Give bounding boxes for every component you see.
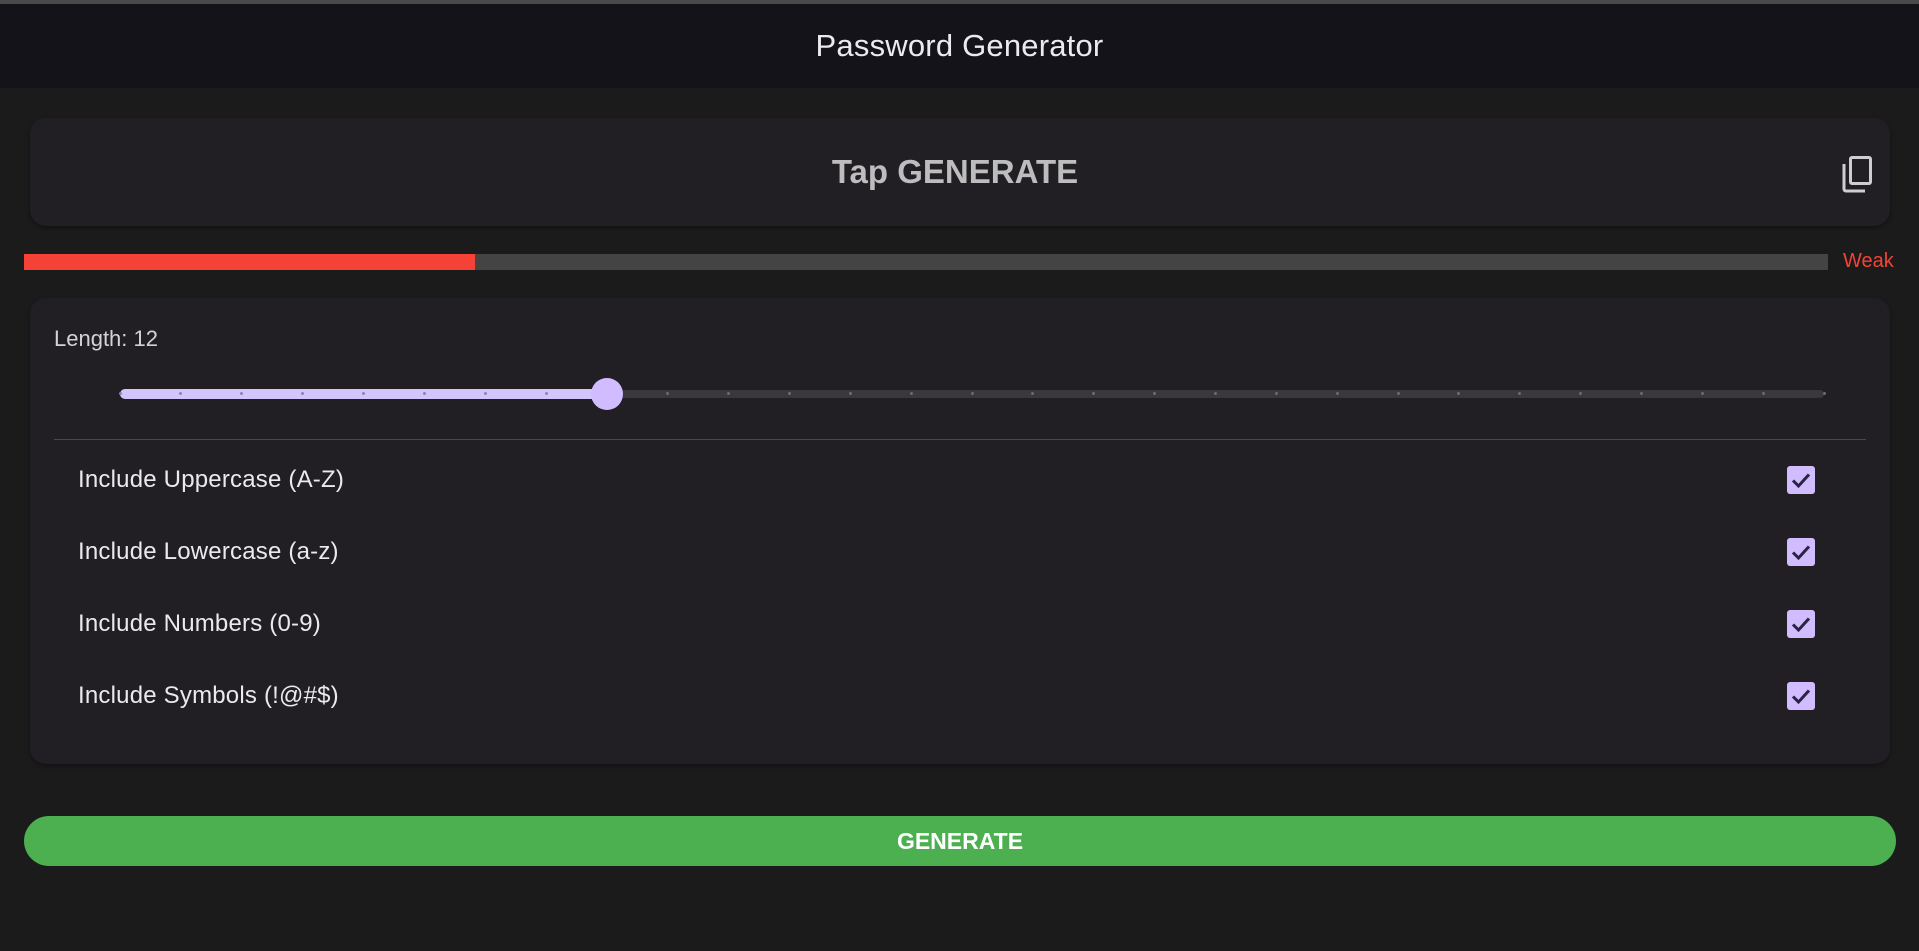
slider-tick (909, 392, 913, 395)
option-label-uppercase: Include Uppercase (A-Z) (78, 466, 345, 493)
generate-button[interactable]: GENERATE (24, 816, 1896, 866)
length-label: Length: 12 (54, 326, 158, 352)
slider-tick (1335, 392, 1339, 395)
options-card: Length: 12 Include Uppercase (A-Z) Inclu… (30, 298, 1890, 764)
option-label-numbers: Include Numbers (0-9) (78, 610, 321, 637)
slider-tick (1213, 392, 1217, 395)
length-label-text: Length: 12 (54, 326, 158, 351)
app-bar: Password Generator (0, 4, 1919, 88)
slider-tick (1761, 392, 1765, 395)
slider-tick (970, 392, 974, 395)
divider (54, 439, 1866, 440)
option-lowercase[interactable]: Include Lowercase (a-z) (54, 520, 1866, 584)
strength-meter-fill (24, 254, 475, 270)
option-uppercase[interactable]: Include Uppercase (A-Z) (54, 448, 1866, 512)
slider-tick (1700, 392, 1704, 395)
strength-meter (24, 254, 1828, 270)
slider-tick (422, 392, 426, 395)
check-icon (1791, 545, 1811, 561)
slider-tick (544, 392, 548, 395)
password-display-card: Tap GENERATE (30, 118, 1890, 226)
length-slider[interactable] (90, 364, 1862, 424)
lowercase-checkbox[interactable] (1787, 538, 1815, 566)
copy-icon (1842, 156, 1872, 193)
check-icon (1791, 473, 1811, 489)
numbers-checkbox[interactable] (1787, 610, 1815, 638)
option-label-lowercase: Include Lowercase (a-z) (78, 538, 339, 565)
uppercase-checkbox[interactable] (1787, 466, 1815, 494)
slider-tick (483, 392, 487, 395)
slider-tick (1822, 392, 1826, 395)
strength-label: Weak (1843, 250, 1894, 272)
check-icon (1791, 689, 1811, 705)
slider-tick (848, 392, 852, 395)
option-symbols[interactable]: Include Symbols (!@#$) (54, 664, 1866, 728)
slider-tick (787, 392, 791, 395)
slider-tick (1639, 392, 1643, 395)
symbols-checkbox[interactable] (1787, 682, 1815, 710)
password-output: Tap GENERATE (831, 153, 1079, 190)
slider-thumb[interactable] (590, 378, 623, 410)
option-numbers[interactable]: Include Numbers (0-9) (54, 592, 1866, 656)
option-label-symbols: Include Symbols (!@#$) (78, 682, 339, 709)
copy-button[interactable] (1836, 152, 1880, 196)
slider-tick (118, 392, 122, 395)
slider-tick (361, 392, 365, 395)
slider-tick (1396, 392, 1400, 395)
slider-tick (1274, 392, 1278, 395)
check-icon (1791, 617, 1811, 633)
app-title: Password Generator (815, 28, 1104, 63)
